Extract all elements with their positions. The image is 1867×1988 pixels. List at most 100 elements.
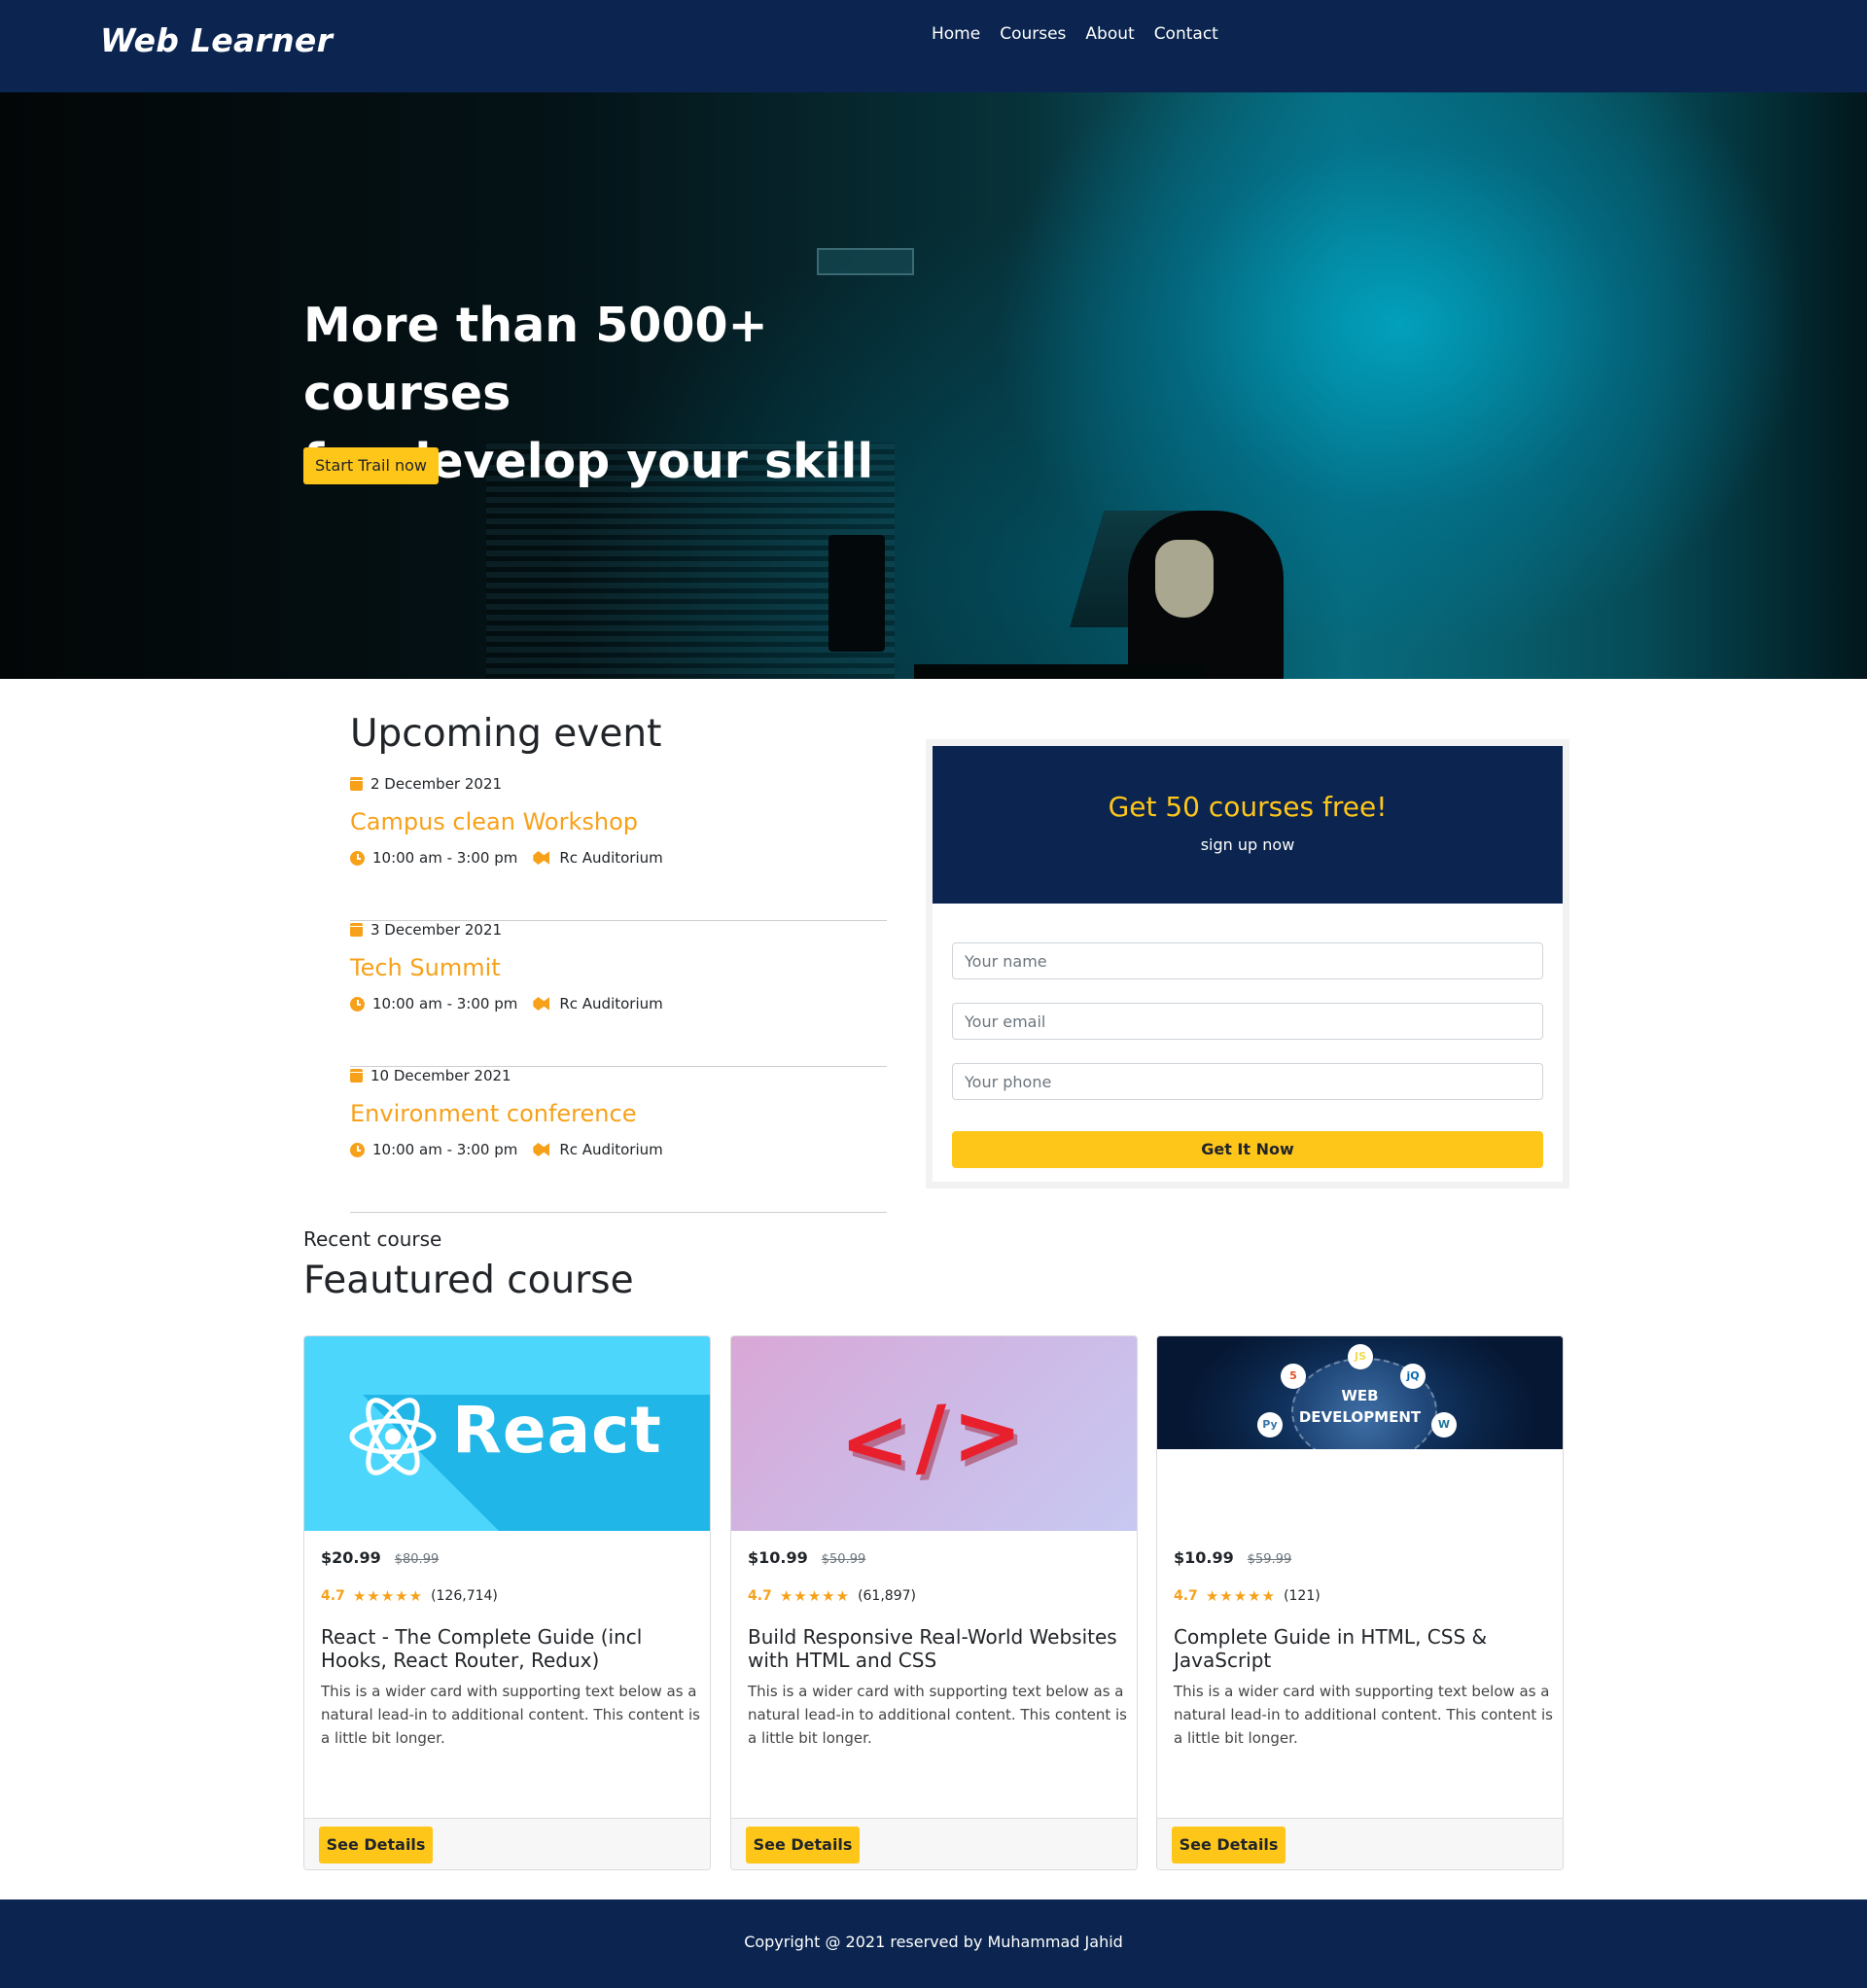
course-card: </> $10.99 $50.99 4.7 ★★★★★ (61,897) Bui… <box>730 1335 1138 1870</box>
course-rating: 4.7 ★★★★★ (121) <box>1174 1587 1321 1605</box>
signup-card: Get 50 courses free! sign up now Get It … <box>926 739 1569 1189</box>
hero-title-line-1: More than 5000+ courses <box>303 298 768 421</box>
copyright-text: Copyright @ 2021 reserved by Muhammad Ja… <box>744 1933 1123 1951</box>
event-time: 10:00 am - 3:00 pm <box>372 1141 518 1158</box>
event-name[interactable]: Campus clean Workshop <box>350 808 638 835</box>
event-item: 10 December 2021 Environment conference … <box>350 1067 887 1213</box>
review-count: (126,714) <box>431 1588 498 1604</box>
see-details-button[interactable]: See Details <box>1172 1827 1286 1864</box>
web-image-text-line-1: WEB <box>1341 1387 1379 1404</box>
see-details-button[interactable]: See Details <box>746 1827 860 1864</box>
old-price: $59.99 <box>1247 1552 1292 1567</box>
calendar-icon <box>350 777 363 791</box>
event-meta: 10:00 am - 3:00 pm Rc Auditorium <box>350 1141 663 1158</box>
event-location: Rc Auditorium <box>559 995 663 1012</box>
recent-course-label: Recent course <box>303 1227 442 1251</box>
event-item: 2 December 2021 Campus clean Workshop 10… <box>350 775 887 921</box>
course-description: This is a wider card with supporting tex… <box>321 1683 700 1747</box>
course-title[interactable]: Build Responsive Real-World Websites wit… <box>748 1625 1127 1672</box>
old-price: $80.99 <box>394 1552 440 1567</box>
nav-link-home[interactable]: Home <box>932 24 980 44</box>
course-rating: 4.7 ★★★★★ (61,897) <box>748 1587 916 1605</box>
event-date: 3 December 2021 <box>350 921 502 939</box>
calendar-icon <box>350 1069 363 1083</box>
email-field[interactable] <box>952 1003 1543 1040</box>
clock-icon <box>350 996 365 1012</box>
rating-value: 4.7 <box>748 1588 772 1604</box>
event-date-text: 2 December 2021 <box>370 775 503 793</box>
calendar-icon <box>350 923 363 937</box>
react-atom-icon <box>349 1398 437 1475</box>
clock-icon <box>350 850 365 866</box>
course-price: $10.99 $50.99 <box>748 1548 865 1567</box>
navbar: Web Learner Home Courses About Contact <box>0 0 1867 92</box>
event-date-text: 10 December 2021 <box>370 1067 511 1084</box>
event-date: 10 December 2021 <box>350 1067 511 1084</box>
nav-link-contact[interactable]: Contact <box>1154 24 1218 44</box>
event-time: 10:00 am - 3:00 pm <box>372 849 518 867</box>
react-image-text: React <box>452 1393 662 1468</box>
see-details-button[interactable]: See Details <box>319 1827 433 1864</box>
name-field[interactable] <box>952 942 1543 979</box>
card-footer: See Details <box>731 1818 1137 1869</box>
hero-mask <box>1155 540 1214 618</box>
course-image-web-development[interactable]: 5 JS jQ W Py WEB DEVELOPMENT <box>1157 1336 1563 1449</box>
brand-logo[interactable]: Web Learner <box>100 21 333 59</box>
star-icon: ★★★★★ <box>1205 1587 1277 1605</box>
signup-title: Get 50 courses free! <box>1108 791 1388 823</box>
course-title[interactable]: Complete Guide in HTML, CSS & JavaScript <box>1174 1625 1553 1672</box>
card-footer: See Details <box>304 1818 710 1869</box>
review-count: (121) <box>1284 1588 1321 1604</box>
start-trial-button[interactable]: Start Trail now <box>303 447 439 484</box>
web-image-text-line-2: DEVELOPMENT <box>1298 1408 1422 1426</box>
card-footer: See Details <box>1157 1818 1563 1869</box>
course-card: 5 JS jQ W Py WEB DEVELOPMENT $10.99 $59.… <box>1156 1335 1564 1870</box>
hero-banner: More than 5000+ courses for develop your… <box>0 92 1867 679</box>
event-date: 2 December 2021 <box>350 775 502 793</box>
event-location: Rc Auditorium <box>559 1141 663 1158</box>
current-price: $10.99 <box>748 1548 808 1567</box>
course-price: $10.99 $59.99 <box>1174 1548 1291 1567</box>
rating-value: 4.7 <box>321 1588 345 1604</box>
map-icon <box>533 1143 550 1156</box>
hero-monitor <box>828 535 885 652</box>
footer: Copyright @ 2021 reserved by Muhammad Ja… <box>0 1899 1867 1988</box>
map-icon <box>533 851 550 865</box>
code-icon: </> <box>839 1382 1029 1493</box>
course-image-code[interactable]: </> <box>731 1336 1137 1531</box>
nav-link-courses[interactable]: Courses <box>1000 24 1066 44</box>
phone-field[interactable] <box>952 1063 1543 1100</box>
hero-desk <box>914 664 1206 679</box>
hero-wall-vent <box>817 248 914 275</box>
event-name[interactable]: Tech Summit <box>350 954 501 981</box>
course-description: This is a wider card with supporting tex… <box>748 1683 1127 1747</box>
web-development-image-text: WEB DEVELOPMENT <box>1157 1385 1563 1428</box>
featured-course-title: Feautured course <box>303 1259 634 1302</box>
map-icon <box>533 997 550 1011</box>
clock-icon <box>350 1142 365 1157</box>
js-badge-icon: JS <box>1348 1344 1373 1369</box>
event-location: Rc Auditorium <box>559 849 663 867</box>
course-rating: 4.7 ★★★★★ (126,714) <box>321 1587 498 1605</box>
course-price: $20.99 $80.99 <box>321 1548 439 1567</box>
event-name[interactable]: Environment conference <box>350 1100 636 1127</box>
course-card: React $20.99 $80.99 4.7 ★★★★★ (126,714) … <box>303 1335 711 1870</box>
nav-link-about[interactable]: About <box>1085 24 1134 44</box>
review-count: (61,897) <box>858 1588 916 1604</box>
course-description: This is a wider card with supporting tex… <box>1174 1683 1553 1747</box>
event-meta: 10:00 am - 3:00 pm Rc Auditorium <box>350 995 663 1012</box>
course-title[interactable]: React - The Complete Guide (incl Hooks, … <box>321 1625 700 1672</box>
star-icon: ★★★★★ <box>779 1587 851 1605</box>
signup-subtitle: sign up now <box>1200 835 1295 854</box>
rating-value: 4.7 <box>1174 1588 1198 1604</box>
event-item: 3 December 2021 Tech Summit 10:00 am - 3… <box>350 921 887 1067</box>
star-icon: ★★★★★ <box>352 1587 424 1605</box>
get-it-now-button[interactable]: Get It Now <box>952 1131 1543 1168</box>
current-price: $10.99 <box>1174 1548 1234 1567</box>
events-title: Upcoming event <box>350 712 662 756</box>
event-meta: 10:00 am - 3:00 pm Rc Auditorium <box>350 849 663 867</box>
course-image-react[interactable]: React <box>304 1336 710 1531</box>
event-time: 10:00 am - 3:00 pm <box>372 995 518 1012</box>
old-price: $50.99 <box>821 1552 866 1567</box>
nav-links: Home Courses About Contact <box>932 24 1218 44</box>
